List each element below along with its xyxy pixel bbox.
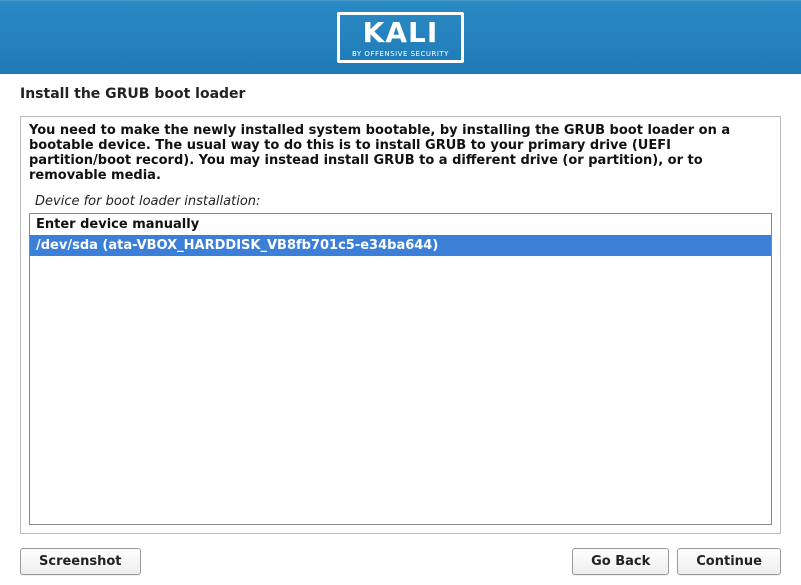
device-list-item[interactable]: Enter device manually [30,214,771,235]
field-label: Device for boot loader installation: [35,194,772,209]
footer-bar: Screenshot Go Back Continue [0,534,801,575]
logo-subtext: BY OFFENSIVE SECURITY [352,50,449,58]
main-panel: You need to make the newly installed sys… [20,116,781,534]
main-content: You need to make the newly installed sys… [0,108,801,534]
logo: KALI BY OFFENSIVE SECURITY [337,12,464,63]
instruction-text: You need to make the newly installed sys… [29,124,772,184]
logo-frame: KALI BY OFFENSIVE SECURITY [337,12,464,63]
device-list[interactable]: Enter device manually/dev/sda (ata-VBOX_… [29,213,772,525]
device-list-item[interactable]: /dev/sda (ata-VBOX_HARDDISK_VB8fb701c5-e… [30,235,771,256]
screenshot-button[interactable]: Screenshot [20,548,141,575]
page-title: Install the GRUB boot loader [0,74,801,108]
header-banner: KALI BY OFFENSIVE SECURITY [0,0,801,74]
continue-button[interactable]: Continue [677,548,781,575]
logo-text: KALI [363,19,439,47]
go-back-button[interactable]: Go Back [572,548,669,575]
